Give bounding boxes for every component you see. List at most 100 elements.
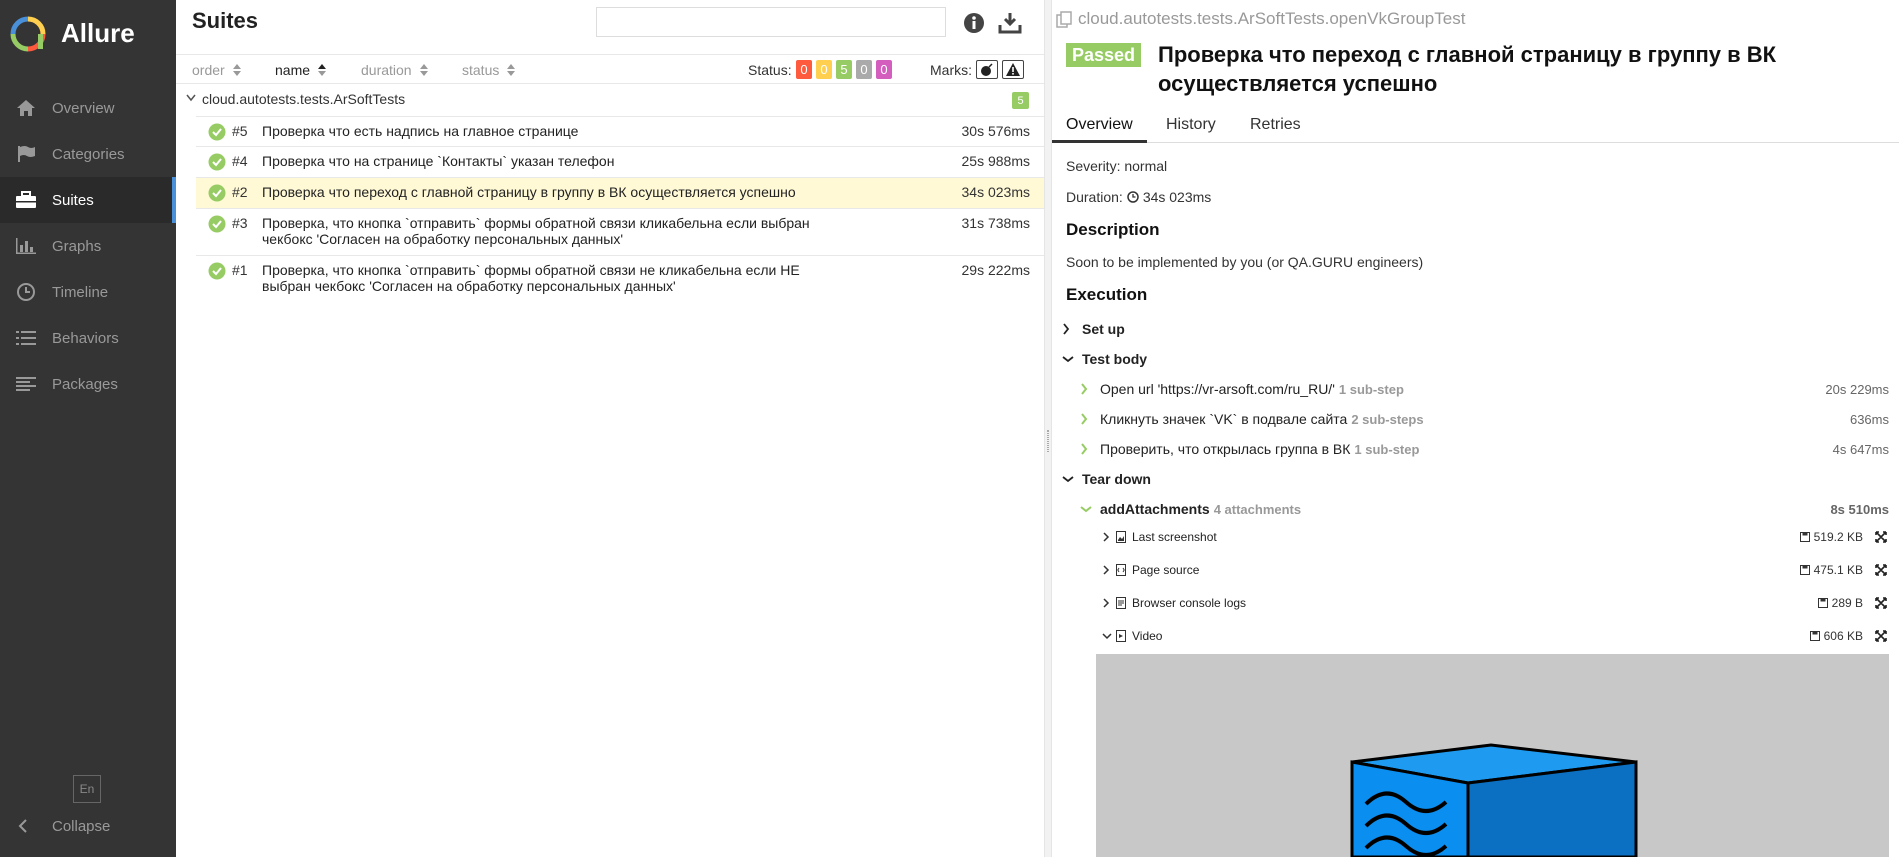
test-body-section[interactable]: Test body xyxy=(1062,348,1889,370)
tear-down-section[interactable]: Tear down xyxy=(1062,468,1889,490)
status-unknown-badge[interactable]: 0 xyxy=(876,60,892,79)
sort-status[interactable]: status xyxy=(462,62,516,78)
attachment-size-value: 475.1 KB xyxy=(1813,563,1863,577)
flag-icon xyxy=(14,142,38,166)
test-name: Проверка, что кнопка `отправить` формы о… xyxy=(262,262,800,294)
sort-order[interactable]: order xyxy=(192,62,241,78)
sidebar-item-packages[interactable]: Packages xyxy=(0,361,176,407)
tab-overview[interactable]: Overview xyxy=(1052,113,1147,143)
sidebar-item-overview[interactable]: Overview xyxy=(0,85,176,131)
text-file-icon xyxy=(1116,597,1126,609)
chevron-down-icon xyxy=(1080,505,1092,513)
sidebar-nav: Overview Categories Suites Graphs Timeli… xyxy=(0,85,176,407)
sidebar-item-label: Packages xyxy=(52,375,118,393)
test-duration: 25s 988ms xyxy=(961,153,1030,169)
collapse-button[interactable]: Collapse xyxy=(0,806,110,846)
tear-down-label: Tear down xyxy=(1082,471,1151,487)
attachment-row[interactable]: Last screenshot 519.2 KB xyxy=(1102,526,1889,548)
test-row[interactable]: #1 Проверка, что кнопка `отправить` форм… xyxy=(196,255,1044,302)
sidebar-item-graphs[interactable]: Graphs xyxy=(0,223,176,269)
passed-check-icon xyxy=(208,153,226,171)
chevron-down-icon xyxy=(1102,632,1114,640)
suite-group[interactable]: cloud.autotests.tests.ArSoftTests 5 xyxy=(176,86,1044,114)
save-icon[interactable] xyxy=(1809,631,1820,641)
bomb-icon xyxy=(981,62,993,76)
attachment-size-value: 606 KB xyxy=(1823,629,1863,643)
suites-pane: Suites order name duration status Status… xyxy=(176,0,1044,857)
save-icon[interactable] xyxy=(1799,532,1810,542)
expand-icon[interactable] xyxy=(1875,630,1887,642)
save-icon[interactable] xyxy=(1817,598,1828,608)
attachment-row[interactable]: Page source 475.1 KB xyxy=(1102,559,1889,581)
step-row[interactable]: Кликнуть значек `VK` в подвале сайта 2 s… xyxy=(1080,408,1889,430)
download-icon[interactable] xyxy=(998,12,1022,37)
new-failed-mark-toggle[interactable] xyxy=(1002,60,1024,79)
test-row[interactable]: #3 Проверка, что кнопка `отправить` форм… xyxy=(196,208,1044,255)
copy-icon[interactable] xyxy=(1056,10,1072,28)
attachment-row-expanded[interactable]: Video 606 KB xyxy=(1102,625,1889,647)
status-skipped-badge[interactable]: 0 xyxy=(856,60,872,79)
chevron-left-icon xyxy=(18,819,34,833)
description-text: Soon to be implemented by you (or QA.GUR… xyxy=(1066,254,1424,270)
pane-splitter[interactable] xyxy=(1044,0,1052,857)
sidebar-item-behaviors[interactable]: Behaviors xyxy=(0,315,176,361)
test-detail-pane: cloud.autotests.tests.ArSoftTests.openVk… xyxy=(1052,0,1899,857)
language-toggle[interactable]: En xyxy=(73,775,101,803)
status-broken-badge[interactable]: 0 xyxy=(816,60,832,79)
suite-group-name: cloud.autotests.tests.ArSoftTests xyxy=(202,91,406,107)
setup-section[interactable]: Set up xyxy=(1062,318,1889,340)
sort-icon xyxy=(419,64,428,76)
clock-icon xyxy=(1127,191,1139,203)
step-name: Кликнуть значек `VK` в подвале сайта xyxy=(1100,411,1348,427)
step-attachments-count: 4 attachments xyxy=(1213,501,1302,517)
sidebar: Allure Overview Categories Suites Graphs… xyxy=(0,0,176,857)
expand-icon[interactable] xyxy=(1875,564,1887,576)
breadcrumb: cloud.autotests.tests.ArSoftTests.openVk… xyxy=(1056,9,1465,29)
search-input[interactable] xyxy=(596,7,946,37)
sidebar-item-categories[interactable]: Categories xyxy=(0,131,176,177)
collapse-label: Collapse xyxy=(52,817,111,835)
tab-retries[interactable]: Retries xyxy=(1236,113,1315,143)
info-icon[interactable] xyxy=(963,12,985,37)
attachment-size: 475.1 KB xyxy=(1799,563,1863,577)
test-name: Проверка что есть надпись на главное стр… xyxy=(262,123,579,139)
breadcrumb-text: cloud.autotests.tests.ArSoftTests.openVk… xyxy=(1078,9,1466,28)
list-icon xyxy=(14,326,38,350)
home-icon xyxy=(14,96,38,120)
flaky-mark-toggle[interactable] xyxy=(976,60,998,79)
test-name: Проверка, что кнопка `отправить` формы о… xyxy=(262,215,810,247)
chevron-right-icon xyxy=(1102,565,1114,575)
step-name: addAttachments xyxy=(1100,501,1210,517)
test-row[interactable]: #5 Проверка что есть надпись на главное … xyxy=(196,116,1044,146)
status-failed-badge[interactable]: 0 xyxy=(796,60,812,79)
expand-icon[interactable] xyxy=(1875,597,1887,609)
sidebar-item-timeline[interactable]: Timeline xyxy=(0,269,176,315)
expand-icon[interactable] xyxy=(1875,531,1887,543)
code-file-icon xyxy=(1116,564,1126,576)
tab-history[interactable]: History xyxy=(1152,113,1230,143)
sort-icon xyxy=(507,64,516,76)
save-icon[interactable] xyxy=(1799,565,1810,575)
test-body-label: Test body xyxy=(1082,351,1148,367)
suite-group-count-badge: 5 xyxy=(1012,92,1029,109)
sidebar-item-label: Graphs xyxy=(52,237,102,255)
chevron-right-icon xyxy=(1080,413,1092,425)
sidebar-item-suites[interactable]: Suites xyxy=(0,177,176,223)
step-row[interactable]: Open url 'https://vr-arsoft.com/ru_RU/' … xyxy=(1080,378,1889,400)
add-attachments-step[interactable]: addAttachments 4 attachments 8s 510ms xyxy=(1080,498,1889,520)
brand[interactable]: Allure xyxy=(0,0,176,67)
step-substeps: 1 sub-step xyxy=(1338,381,1404,397)
step-row[interactable]: Проверить, что открылась группа в ВК 1 s… xyxy=(1080,438,1889,460)
step-duration: 4s 647ms xyxy=(1832,441,1889,457)
test-row-selected[interactable]: #2 Проверка что переход с главной страни… xyxy=(196,177,1044,208)
sort-duration[interactable]: duration xyxy=(361,62,428,78)
status-passed-badge[interactable]: 5 xyxy=(836,60,852,79)
sort-name[interactable]: name xyxy=(275,62,327,78)
step-name: Open url 'https://vr-arsoft.com/ru_RU/' xyxy=(1100,381,1335,397)
step-duration: 8s 510ms xyxy=(1830,501,1889,517)
step-duration: 636ms xyxy=(1849,411,1889,427)
test-row[interactable]: #4 Проверка что на странице `Контакты` у… xyxy=(196,146,1044,177)
attachment-name: Video xyxy=(1132,629,1163,643)
attachment-row[interactable]: Browser console logs 289 B xyxy=(1102,592,1889,614)
video-player[interactable] xyxy=(1096,654,1889,857)
